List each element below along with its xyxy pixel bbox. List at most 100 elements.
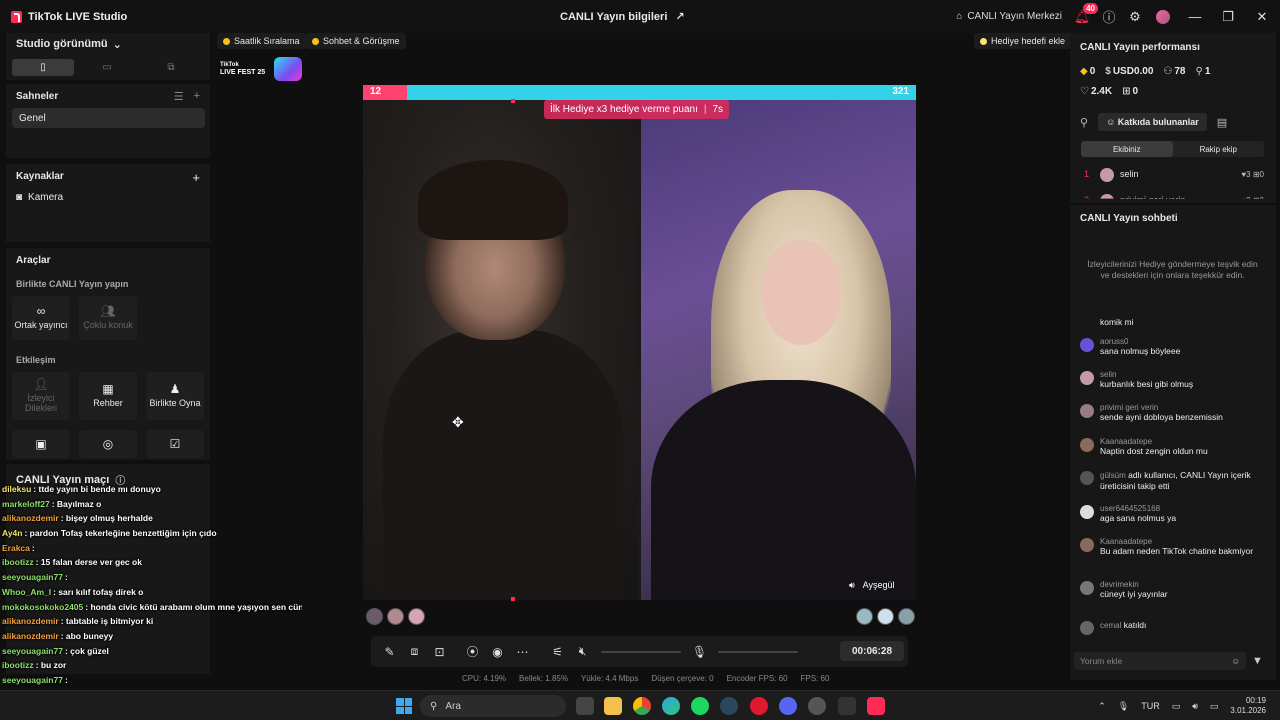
chat-text: cüneyt iyi yayınlar xyxy=(1100,589,1168,599)
screen-button[interactable]: ⊡ xyxy=(427,636,452,667)
contributor-row[interactable]: 1 selin ♥3 ⊞0 xyxy=(1084,167,1264,182)
close-button[interactable]: ✕ xyxy=(1244,0,1280,33)
add-scene-icon[interactable]: + xyxy=(194,90,200,103)
chrome-icon[interactable] xyxy=(633,697,651,715)
clock[interactable]: 00:19 3.01.2026 xyxy=(1230,696,1266,716)
chat-message[interactable]: aoruss0 sana nolmuş böyleee xyxy=(1080,337,1265,357)
help-button[interactable]: ⓘ xyxy=(1096,0,1122,33)
windows-start-icon[interactable] xyxy=(396,698,412,714)
spotify-icon[interactable] xyxy=(691,697,709,715)
left-team-avatar-3[interactable] xyxy=(408,608,425,625)
overlay-chat-line: seeyouagain77: xyxy=(2,572,302,587)
minimize-button[interactable]: — xyxy=(1178,0,1212,33)
overlay-chat-line: alikanozdemir: abo buneyy xyxy=(2,631,302,646)
chat-message[interactable]: Kaanaadatepe Naptin dost zengin oldun mu xyxy=(1080,437,1265,457)
profile-button[interactable] xyxy=(1148,0,1178,33)
contributors-button[interactable]: ☺ Katkıda bulunanlar xyxy=(1098,113,1207,131)
opera-icon[interactable] xyxy=(750,697,768,715)
horizontal-layout-button[interactable]: ▭ xyxy=(76,59,138,76)
likes-value: 2.4K xyxy=(1090,86,1113,97)
camera-settings-button[interactable]: ◉ xyxy=(485,636,510,667)
taskbar-search[interactable]: ⚲ Ara xyxy=(420,695,566,717)
list-icon[interactable]: ☰ xyxy=(174,90,184,103)
more-button[interactable]: ⋯ xyxy=(510,636,535,667)
language-indicator[interactable]: TUR xyxy=(1141,701,1160,711)
settings-button[interactable]: ⚙ xyxy=(1122,0,1148,33)
volume-icon[interactable]: 🔊︎ xyxy=(1192,701,1198,712)
studio-view-panel: Studio görünümü ⌄ ▯ ▭ ⧉ xyxy=(6,33,210,80)
overlay-chat-line: seeyouagain77: çok güzel xyxy=(2,646,302,661)
right-team-avatar-1[interactable] xyxy=(856,608,873,625)
studio-view-dropdown[interactable]: Studio görünümü ⌄ xyxy=(16,38,122,51)
tool-button-row3-b[interactable]: ◎ xyxy=(79,430,137,458)
right-team-avatar-3[interactable] xyxy=(898,608,915,625)
filter-icon[interactable]: ▼ xyxy=(1252,655,1263,667)
live-center-button[interactable]: ⌂ CANLI Yayın Merkezi xyxy=(950,0,1068,33)
mic-volume-slider[interactable] xyxy=(718,650,798,653)
dual-layout-button[interactable]: ⧉ xyxy=(140,59,202,76)
layout-button[interactable]: ⧈ xyxy=(402,636,427,667)
tool-button-row3-a[interactable]: ▣ xyxy=(12,430,70,458)
discord-icon[interactable] xyxy=(779,697,797,715)
add-gift-goal-button[interactable]: Hediye hedefi ekle xyxy=(974,33,1072,49)
emoji-icon[interactable]: ☺ xyxy=(1231,656,1240,666)
steam-icon[interactable] xyxy=(720,697,738,715)
tool-button-row3-c[interactable]: ☑ xyxy=(146,430,204,458)
battery-icon[interactable]: ▭ xyxy=(1210,701,1219,712)
chat-message[interactable]: cemal katıldı xyxy=(1080,620,1265,635)
audio-settings-button[interactable]: ⚟ xyxy=(545,636,570,667)
chat-meet-button[interactable]: Sohbet & Görüşme xyxy=(306,33,406,49)
left-team-avatar-2[interactable] xyxy=(387,608,404,625)
maximize-button[interactable]: ❐ xyxy=(1212,0,1244,33)
steelseries-icon[interactable] xyxy=(808,697,826,715)
bottom-resize-marker[interactable] xyxy=(511,597,515,601)
avatar-spacer xyxy=(1080,317,1094,328)
effects-button[interactable]: ✎ xyxy=(377,636,402,667)
stream-info-button[interactable]: CANLI Yayın bilgileri ↗ xyxy=(560,0,685,33)
record-button[interactable]: ⦿ xyxy=(460,636,485,667)
tiktok-studio-taskbar-icon[interactable] xyxy=(867,697,885,715)
guide-button[interactable]: ▦ Rehber xyxy=(79,372,137,420)
source-item-camera[interactable]: ◙ Kamera xyxy=(16,192,63,203)
multi-guest-button[interactable]: 👥︎ Çoklu konuk xyxy=(79,296,137,340)
chat-message[interactable]: Kaanaadatepe Bu adam neden TikTok chatine… xyxy=(1080,537,1265,557)
tab-rival-team[interactable]: Rakip ekip xyxy=(1173,141,1265,157)
terminal-icon[interactable] xyxy=(838,697,856,715)
play-together-button[interactable]: ♟ Birlikte Oyna xyxy=(146,372,204,420)
tab-our-team[interactable]: Ekibiniz xyxy=(1081,141,1173,157)
clipboard-icon[interactable]: ▤ xyxy=(1217,116,1227,129)
chat-message[interactable]: user6464525168 aga sana nolmus ya xyxy=(1080,504,1265,524)
top-resize-marker[interactable] xyxy=(511,99,515,103)
chat-message[interactable]: gülsüm adlı kullanıcı, CANLI Yayın içeri… xyxy=(1080,470,1265,492)
mic-button[interactable]: 🎙︎ xyxy=(687,636,712,667)
file-explorer-icon[interactable] xyxy=(604,697,622,715)
followers-value: 1 xyxy=(1204,66,1211,77)
cohost-button[interactable]: ∞ Ortak yayıncı xyxy=(12,296,70,340)
chat-message[interactable]: selin kurbanlık besi gibi olmuş xyxy=(1080,370,1265,390)
chat-message[interactable]: devrimekin cüneyt iyi yayınlar xyxy=(1080,580,1265,600)
add-user-icon[interactable]: ⚲ xyxy=(1080,116,1088,129)
mic-tray-icon[interactable]: 🎙︎ xyxy=(1118,701,1129,712)
left-team-avatar-1[interactable] xyxy=(366,608,383,625)
speaker-volume-slider[interactable] xyxy=(601,650,681,653)
notifications-button[interactable]: 🔔︎ 40 xyxy=(1068,0,1098,33)
chat-message[interactable]: privimi geri verin sende ayni dobloya ben… xyxy=(1080,403,1265,423)
viewer-requests-button[interactable]: 👤︎ İzleyici Dilekleri xyxy=(12,372,70,420)
diamond-value: 0 xyxy=(1089,66,1096,77)
mute-speaker-button[interactable]: 🔇︎ xyxy=(570,636,595,667)
edge-icon[interactable] xyxy=(662,697,680,715)
add-source-icon[interactable]: + xyxy=(192,170,200,185)
chat-message[interactable]: komik mi xyxy=(1080,317,1265,328)
move-cursor-icon: ✥ xyxy=(452,414,464,430)
right-team-avatar-2[interactable] xyxy=(877,608,894,625)
vertical-layout-button[interactable]: ▯ xyxy=(12,59,74,76)
users-icon: 👥︎ xyxy=(100,304,116,318)
live-preview[interactable]: 12 321 xyxy=(363,85,916,600)
task-view-icon[interactable] xyxy=(576,697,594,715)
tray-chevron-icon[interactable]: ⌃ xyxy=(1098,701,1106,712)
network-icon[interactable]: ▭ xyxy=(1172,701,1181,712)
hourly-ranking-button[interactable]: Saatlik Sıralama xyxy=(217,33,306,49)
help-icon: ⓘ xyxy=(1102,10,1116,25)
comment-input[interactable]: Yorum ekle ☺ xyxy=(1074,652,1246,670)
scene-item-genel[interactable]: Genel xyxy=(12,108,205,128)
